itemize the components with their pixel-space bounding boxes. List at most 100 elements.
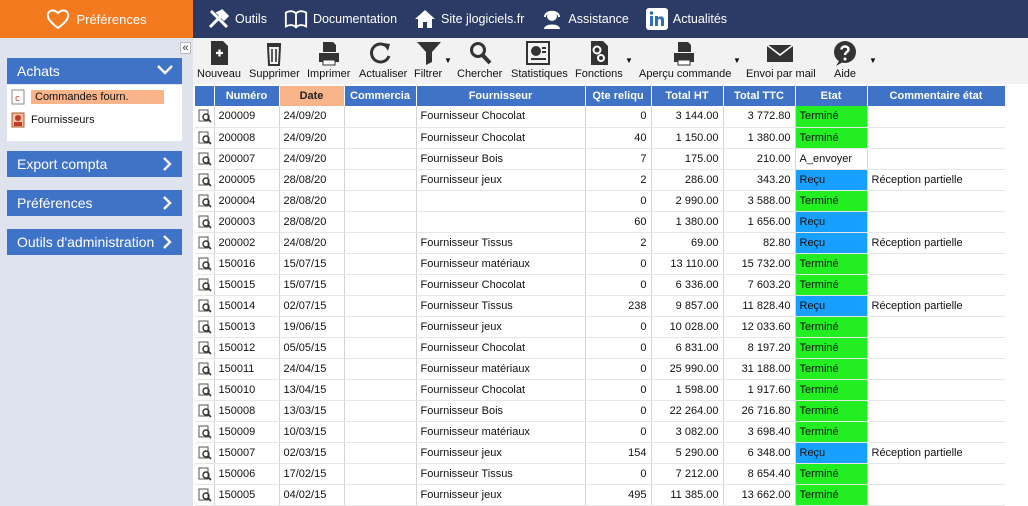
statistics-icon (526, 41, 550, 65)
table-row[interactable]: 150010 13/04/15 Fournisseur Chocolat 0 1 598… (195, 379, 1005, 401)
table-row[interactable]: 150005 04/02/15 Fournisseur jeux 495 11 385.… (195, 484, 1005, 506)
row-view-cell[interactable] (195, 211, 215, 233)
row-view-cell[interactable] (195, 400, 215, 422)
cell-numero: 150006 (214, 463, 280, 485)
cell-fournisseur: Fournisseur matériaux (416, 358, 586, 380)
cell-qte-reliquat: 238 (585, 295, 652, 317)
column-header-date[interactable]: Date (279, 86, 345, 106)
cell-numero: 150016 (214, 253, 280, 275)
table-row[interactable]: 150014 02/07/15 Fournisseur Tissus 238 9 857… (195, 295, 1005, 317)
sidebar-section-outils-admin[interactable]: Outils d'administration (7, 229, 182, 255)
print-button[interactable]: Imprimer (305, 38, 353, 84)
table-row[interactable]: 200003 28/08/20 60 1 380.00 1 656.00 Reçu (195, 211, 1005, 233)
table-row[interactable]: 200008 24/09/20 Fournisseur Chocolat 40 1 15… (195, 127, 1005, 149)
nav-actualites[interactable]: Actualités (645, 7, 727, 31)
table-row[interactable]: 200004 28/08/20 0 2 990.00 3 588.00 Terminé (195, 190, 1005, 212)
cell-commercial (344, 253, 417, 275)
row-view-cell[interactable] (195, 106, 215, 128)
preview-order-button[interactable]: ▼ Aperçu commande (637, 38, 741, 84)
functions-button[interactable]: ▼ Fonctions (573, 38, 633, 84)
row-view-cell[interactable] (195, 421, 215, 443)
refresh-button[interactable]: Actualiser (357, 38, 409, 84)
cell-date: 17/02/15 (279, 463, 345, 485)
row-view-cell[interactable] (195, 442, 215, 464)
sidebar-section-achats[interactable]: Achats (7, 58, 182, 84)
table-row[interactable]: 150007 02/03/15 Fournisseur jeux 154 5 290.0… (195, 442, 1005, 464)
row-view-cell[interactable] (195, 295, 215, 317)
cell-commercial (344, 442, 417, 464)
row-view-cell[interactable] (195, 358, 215, 380)
row-view-cell[interactable] (195, 274, 215, 296)
cell-commentaire: Réception partielle (867, 232, 1005, 254)
nav-site[interactable]: Site jlogiciels.fr (413, 7, 524, 31)
table-row[interactable]: 200009 24/09/20 Fournisseur Chocolat 0 3 144… (195, 106, 1005, 128)
table-row[interactable]: 150015 15/07/15 Fournisseur Chocolat 0 6 336… (195, 274, 1005, 296)
filter-button[interactable]: ▼ Filtrer (413, 38, 453, 84)
row-view-cell[interactable] (195, 169, 215, 191)
table-row[interactable]: 150016 15/07/15 Fournisseur matériaux 0 13 1… (195, 253, 1005, 275)
column-header-total-ttc[interactable]: Total TTC (723, 86, 796, 106)
column-header-numero[interactable]: Numéro (214, 86, 280, 106)
table-row[interactable]: 200005 28/08/20 Fournisseur jeux 2 286.00 343… (195, 169, 1005, 191)
statistics-button[interactable]: Statistiques (509, 38, 569, 84)
table-row[interactable]: 150008 13/03/15 Fournisseur Bois 0 22 264.00… (195, 400, 1005, 422)
column-header-fournisseur[interactable]: Fournisseur (416, 86, 586, 106)
column-header-commercial[interactable]: Commercia (344, 86, 417, 106)
row-view-cell[interactable] (195, 337, 215, 359)
row-view-cell[interactable] (195, 253, 215, 275)
row-view-cell[interactable] (195, 148, 215, 170)
cell-commentaire (867, 211, 1005, 233)
cell-commercial (344, 358, 417, 380)
table-row[interactable]: 150006 17/02/15 Fournisseur Tissus 0 7 212.0… (195, 463, 1005, 485)
sidebar-item-fournisseurs[interactable]: Fournisseurs (7, 111, 95, 129)
row-view-cell[interactable] (195, 127, 215, 149)
table-row[interactable]: 150011 24/04/15 Fournisseur matériaux 0 25 9… (195, 358, 1005, 380)
table-row[interactable]: 200007 24/09/20 Fournisseur Bois 7 175.00 210… (195, 148, 1005, 170)
table-row[interactable]: 200002 24/08/20 Fournisseur Tissus 2 69.00 82… (195, 232, 1005, 254)
send-mail-button[interactable]: Envoi par mail (744, 38, 820, 84)
nav-documentation[interactable]: Documentation (283, 7, 397, 31)
cell-fournisseur: Fournisseur Chocolat (416, 106, 586, 128)
cell-numero: 150015 (214, 274, 280, 296)
status-badge: Terminé (795, 379, 868, 401)
new-button[interactable]: Nouveau (195, 38, 241, 84)
row-view-cell[interactable] (195, 316, 215, 338)
sidebar-item-commandes-fourn[interactable]: c Commandes fourn. (7, 88, 164, 106)
cell-fournisseur: Fournisseur matériaux (416, 253, 586, 275)
column-header-total-ht[interactable]: Total HT (651, 86, 724, 106)
column-header-etat[interactable]: Etat (795, 86, 868, 106)
brand-label: Préférences (76, 11, 147, 27)
cell-total-ttc: 26 716.80 (723, 400, 796, 422)
sidebar: « Achats c Commandes fourn. Fournisseurs… (0, 38, 193, 506)
preview-order-button-label: Aperçu commande (639, 68, 732, 80)
cell-total-ttc: 7 603.20 (723, 274, 796, 296)
row-view-cell[interactable] (195, 190, 215, 212)
cell-total-ht: 286.00 (651, 169, 724, 191)
help-button[interactable]: ▼ Aide (831, 38, 877, 84)
table-row[interactable]: 150009 10/03/15 Fournisseur matériaux 0 3 08… (195, 421, 1005, 443)
column-header-qte-reliquat[interactable]: Qte reliqu (585, 86, 652, 106)
row-view-cell[interactable] (195, 463, 215, 485)
search-button-label: Chercher (457, 68, 503, 80)
status-badge: Reçu (795, 232, 868, 254)
sidebar-section-export-compta[interactable]: Export compta (7, 151, 182, 177)
view-document-icon (198, 215, 212, 229)
row-view-cell[interactable] (195, 232, 215, 254)
table-row[interactable]: 150012 05/05/15 Fournisseur Chocolat 0 6 831… (195, 337, 1005, 359)
search-button[interactable]: Chercher (455, 38, 507, 84)
delete-button[interactable]: Supprimer (247, 38, 301, 84)
row-view-cell[interactable] (195, 379, 215, 401)
sidebar-collapse-button[interactable]: « (180, 42, 191, 54)
view-document-icon (198, 320, 212, 334)
cell-qte-reliquat: 0 (585, 253, 652, 275)
row-view-cell[interactable] (195, 484, 215, 506)
preferences-button[interactable]: Préférences (0, 0, 193, 38)
cell-numero: 150013 (214, 316, 280, 338)
column-header-commentaire[interactable]: Commentaire état (867, 86, 1005, 106)
table-row[interactable]: 150013 19/06/15 Fournisseur jeux 0 10 028.00… (195, 316, 1005, 338)
cell-numero: 150009 (214, 421, 280, 443)
sidebar-section-preferences[interactable]: Préférences (7, 190, 182, 216)
cell-qte-reliquat: 495 (585, 484, 652, 506)
nav-assistance[interactable]: Assistance (540, 7, 629, 31)
nav-tools[interactable]: Outils (207, 7, 267, 31)
